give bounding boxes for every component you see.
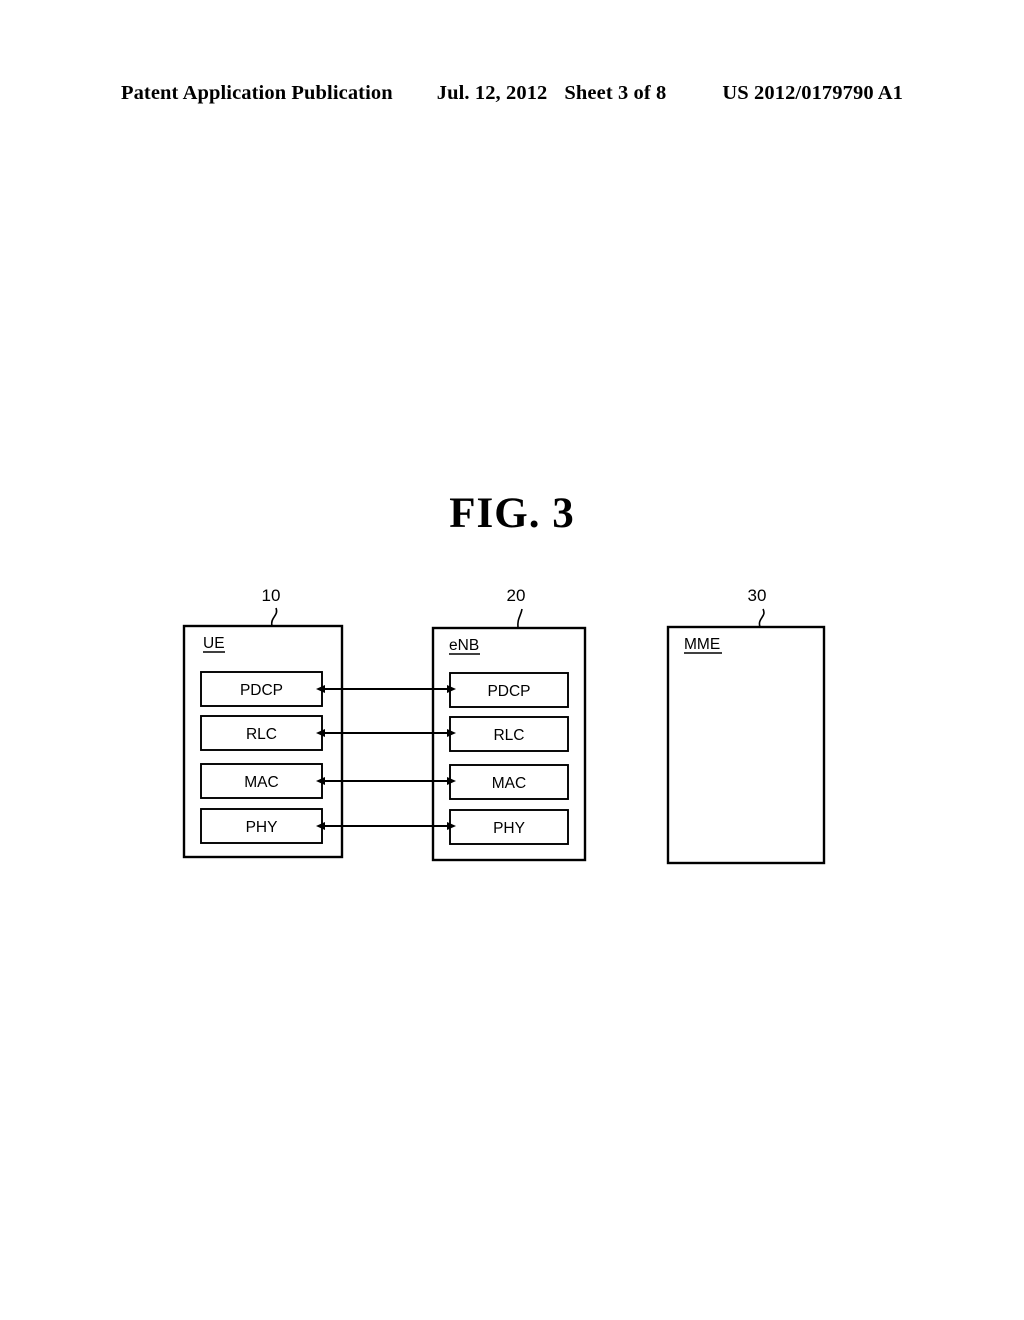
ref-numeral-20: 20 xyxy=(507,586,526,605)
enb-layer-pdcp-label: PDCP xyxy=(487,683,530,700)
node-ue: 10 UE PDCP RLC MAC PHY xyxy=(182,586,344,859)
lead-line-enb xyxy=(517,608,523,629)
enb-layer-phy-label: PHY xyxy=(493,820,525,837)
ue-label: UE xyxy=(203,635,225,652)
enb-layer-rlc: RLC xyxy=(449,716,569,752)
enb-layer-mac: MAC xyxy=(449,764,569,800)
lead-line-mme xyxy=(758,608,765,628)
enb-layer-pdcp: PDCP xyxy=(449,672,569,708)
ref-numeral-30: 30 xyxy=(748,586,767,605)
enb-layer-mac-label: MAC xyxy=(492,775,526,792)
ref-numeral-10: 10 xyxy=(262,586,281,605)
ue-layer-phy: PHY xyxy=(200,808,323,844)
figure-3-diagram: 10 UE PDCP RLC MAC PHY 20 eNB PDCP RLC M… xyxy=(0,0,1024,1320)
node-enb: 20 eNB PDCP RLC MAC PHY xyxy=(431,586,587,862)
lead-line-ue xyxy=(270,607,278,627)
ue-layer-pdcp: PDCP xyxy=(200,671,323,707)
mme-outer-box xyxy=(666,625,826,865)
ue-layer-pdcp-label: PDCP xyxy=(240,682,283,699)
mme-label: MME xyxy=(684,636,720,653)
ue-layer-phy-label: PHY xyxy=(246,819,278,836)
ue-layer-mac: MAC xyxy=(200,763,323,799)
enb-layer-phy: PHY xyxy=(449,809,569,845)
ue-layer-rlc-label: RLC xyxy=(246,726,277,743)
node-mme: 30 MME xyxy=(666,586,826,865)
enb-layer-rlc-label: RLC xyxy=(493,727,524,744)
ue-layer-mac-label: MAC xyxy=(244,774,278,791)
ue-layer-rlc: RLC xyxy=(200,715,323,751)
enb-label: eNB xyxy=(449,637,479,654)
